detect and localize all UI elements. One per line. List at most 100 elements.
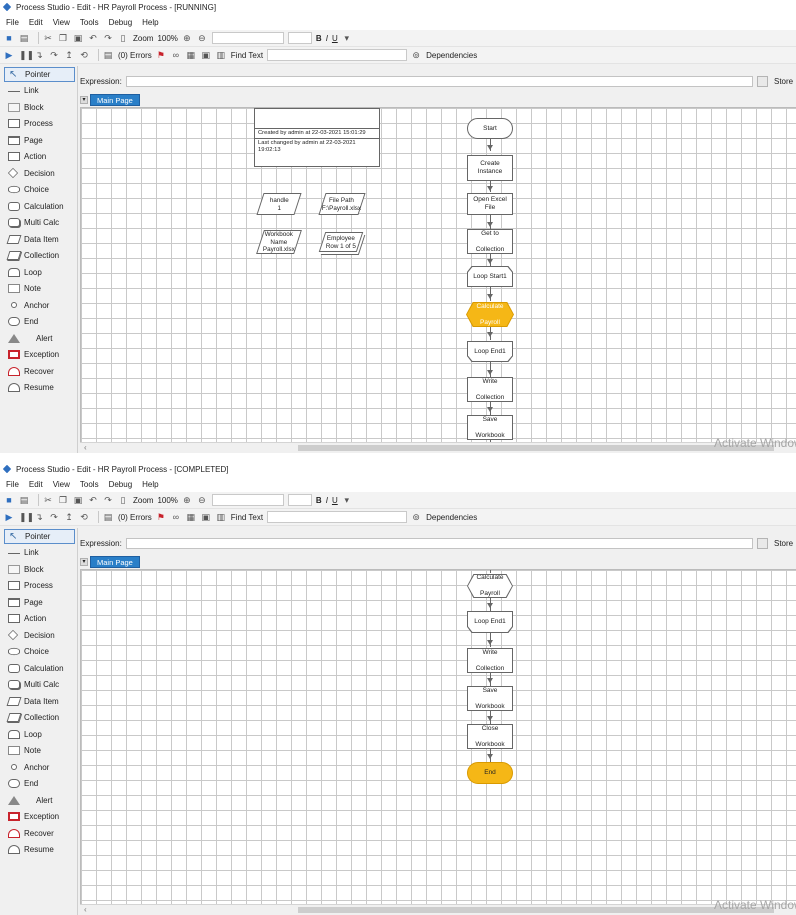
color-dropdown-icon[interactable]: ▾	[342, 495, 352, 505]
tool-calculation[interactable]: Calculation	[0, 198, 77, 215]
expression-input[interactable]	[125, 75, 753, 87]
flow-calculate-payroll[interactable]: Calculate Payroll	[467, 574, 513, 598]
bold-button[interactable]: B	[316, 34, 322, 43]
tool-resume[interactable]: Resume	[0, 842, 77, 859]
tab-main-page[interactable]: Main Page	[90, 556, 140, 568]
window-icon[interactable]: ▣	[201, 512, 211, 522]
menu-tools[interactable]: Tools	[80, 18, 99, 27]
tool-note[interactable]: Note	[0, 743, 77, 760]
undo-icon[interactable]: ↶	[88, 33, 98, 43]
page-icon[interactable]: ▯	[118, 495, 128, 505]
menu-debug[interactable]: Debug	[109, 18, 133, 27]
menu-file[interactable]: File	[6, 480, 19, 489]
tab-main-page[interactable]: Main Page	[90, 94, 140, 106]
tool-choice[interactable]: Choice	[0, 182, 77, 199]
flow-save-workbook[interactable]: Save Workbook	[467, 415, 513, 440]
cut-icon[interactable]: ✂	[43, 33, 53, 43]
tool-data-item[interactable]: Data Item	[0, 231, 77, 248]
tool-action[interactable]: Action	[0, 149, 77, 166]
font-size-dropdown[interactable]	[287, 32, 312, 44]
dependencies-button[interactable]: Dependencies	[426, 513, 477, 522]
tool-decision[interactable]: Decision	[0, 627, 77, 644]
binoculars-icon[interactable]: ⊚	[411, 512, 421, 522]
binoculars-icon[interactable]: ⊚	[411, 50, 421, 60]
collection-employee[interactable]: Employee Row 1 of 5	[318, 232, 364, 252]
zoom-in-icon[interactable]: ⊕	[182, 33, 192, 43]
tool-block[interactable]: Block	[0, 99, 77, 116]
page-icon[interactable]: ▯	[118, 33, 128, 43]
tool-link[interactable]: Link	[0, 83, 77, 100]
menu-help[interactable]: Help	[142, 480, 158, 489]
tool-recover[interactable]: Recover	[0, 363, 77, 380]
tool-multi-calc[interactable]: Multi Calc	[0, 677, 77, 694]
copy-icon[interactable]: ❐	[58, 33, 68, 43]
flow-close-workbook[interactable]: Close Workbook	[467, 724, 513, 749]
save-icon[interactable]: ■	[4, 33, 14, 43]
tool-process[interactable]: Process	[0, 578, 77, 595]
tool-multi-calc[interactable]: Multi Calc	[0, 215, 77, 232]
pause-icon[interactable]: ❚❚	[19, 50, 34, 60]
paste-icon[interactable]: ▣	[73, 495, 83, 505]
italic-button[interactable]: I	[326, 34, 328, 43]
errors-button[interactable]: (0) Errors	[118, 51, 152, 60]
grid-icon[interactable]: ▦	[186, 512, 196, 522]
menu-view[interactable]: View	[53, 18, 70, 27]
scrollbar-thumb[interactable]	[298, 907, 774, 913]
tool-exception[interactable]: Exception	[0, 809, 77, 826]
step-over-icon[interactable]: ↷	[49, 50, 59, 60]
bold-button[interactable]: B	[316, 496, 322, 505]
process-canvas[interactable]: Calculate Payroll Loop End1 Write Collecti…	[80, 569, 796, 904]
flow-start[interactable]: Start	[467, 118, 513, 139]
step-over-icon[interactable]: ↷	[49, 512, 59, 522]
step-out-icon[interactable]: ↥	[64, 512, 74, 522]
tool-exception[interactable]: Exception	[0, 347, 77, 364]
data-item-file-path[interactable]: File Path F:\Payroll.xlsx	[318, 193, 366, 215]
cut-icon[interactable]: ✂	[43, 495, 53, 505]
tool-page[interactable]: Page	[0, 594, 77, 611]
font-size-dropdown[interactable]	[287, 494, 312, 506]
tool-block[interactable]: Block	[0, 561, 77, 578]
tool-recover[interactable]: Recover	[0, 825, 77, 842]
color-dropdown-icon[interactable]: ▾	[342, 33, 352, 43]
grid-icon[interactable]: ▦	[186, 50, 196, 60]
dependencies-button[interactable]: Dependencies	[426, 51, 477, 60]
tool-collection[interactable]: Collection	[0, 710, 77, 727]
expression-builder-button[interactable]	[757, 75, 768, 87]
flow-get-to-collection[interactable]: Get to Collection	[467, 229, 513, 254]
menu-debug[interactable]: Debug	[109, 480, 133, 489]
zoom-dropdown[interactable]: 100%	[157, 496, 177, 505]
print-icon[interactable]: ▤	[19, 33, 29, 43]
zoom-dropdown[interactable]: 100%	[157, 34, 177, 43]
flow-write-collection[interactable]: Write Collection	[467, 377, 513, 402]
zoom-in-icon[interactable]: ⊕	[182, 495, 192, 505]
tool-pointer[interactable]: ↖ Pointer	[4, 67, 75, 82]
tool-end[interactable]: End	[0, 314, 77, 331]
process-canvas[interactable]: Created by admin at 22-03-2021 15:01:29 …	[80, 107, 796, 442]
redo-icon[interactable]: ↷	[103, 33, 113, 43]
underline-button[interactable]: U	[332, 496, 338, 505]
errors-button[interactable]: (0) Errors	[118, 513, 152, 522]
flow-save-workbook[interactable]: Save Workbook	[467, 686, 513, 711]
paste-icon[interactable]: ▣	[73, 33, 83, 43]
tool-anchor[interactable]: Anchor	[0, 759, 77, 776]
tool-loop[interactable]: Loop	[0, 726, 77, 743]
pause-icon[interactable]: ❚❚	[19, 512, 34, 522]
flow-open-excel-file[interactable]: Open Excel File	[467, 193, 513, 215]
reset-icon[interactable]: ⟲	[79, 512, 89, 522]
tool-calculation[interactable]: Calculation	[0, 660, 77, 677]
tool-anchor[interactable]: Anchor	[0, 297, 77, 314]
tool-link[interactable]: Link	[0, 545, 77, 562]
flow-write-collection[interactable]: Write Collection	[467, 648, 513, 673]
scroll-left-icon[interactable]: ‹	[84, 905, 87, 914]
flow-loop-end[interactable]: Loop End1	[467, 341, 513, 362]
link-icon[interactable]: ∞	[171, 512, 181, 522]
step-out-icon[interactable]: ↥	[64, 50, 74, 60]
menu-view[interactable]: View	[53, 480, 70, 489]
tab-dropdown-icon[interactable]: ▾	[80, 558, 88, 566]
flow-loop-end[interactable]: Loop End1	[467, 611, 513, 633]
run-icon[interactable]: ▶	[4, 512, 14, 522]
menu-help[interactable]: Help	[142, 18, 158, 27]
flag-icon[interactable]: ⚑	[156, 512, 166, 522]
scrollbar-thumb[interactable]	[298, 445, 774, 451]
tool-note[interactable]: Note	[0, 281, 77, 298]
